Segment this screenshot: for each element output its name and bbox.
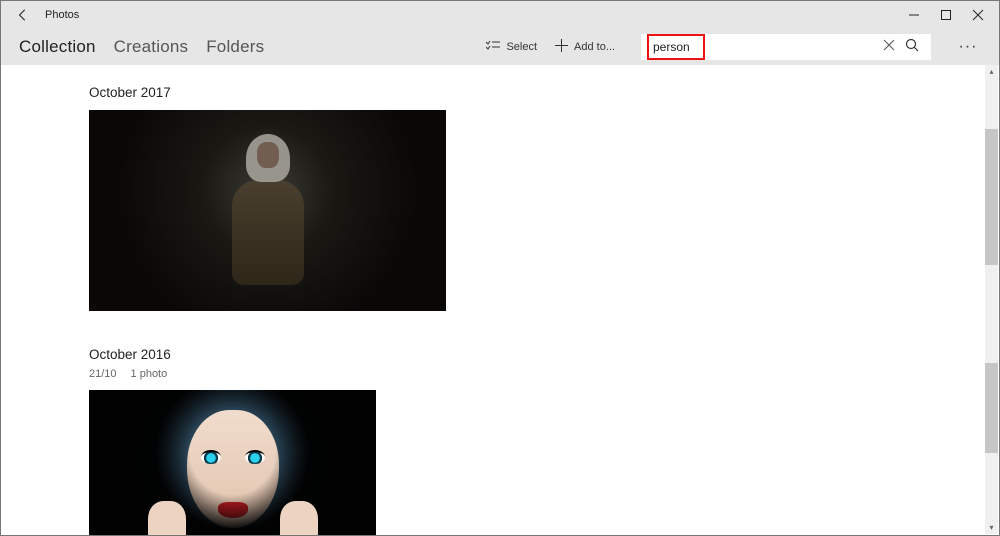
scrollbar-thumb[interactable]	[985, 363, 998, 453]
scrollbar-thumb[interactable]	[985, 129, 998, 265]
maximize-button[interactable]	[939, 8, 953, 22]
close-button[interactable]	[971, 8, 985, 22]
select-button[interactable]: Select	[486, 40, 537, 55]
scroll-down-arrow[interactable]: ▾	[985, 521, 998, 534]
select-icon	[486, 40, 500, 55]
tab-folders[interactable]: Folders	[206, 37, 264, 57]
clear-search-button[interactable]	[883, 38, 895, 56]
scrollbar-track[interactable]: ▴ ▾	[985, 65, 998, 534]
minimize-button[interactable]	[907, 8, 921, 22]
tab-creations[interactable]: Creations	[114, 37, 189, 57]
select-label: Select	[506, 41, 537, 53]
tab-collection[interactable]: Collection	[19, 37, 96, 57]
section-date: 21/10	[89, 368, 117, 380]
back-button[interactable]	[13, 5, 33, 25]
photo-thumbnail[interactable]	[89, 390, 376, 535]
photo-thumbnail[interactable]	[89, 110, 446, 311]
app-title: Photos	[45, 9, 79, 21]
search-field-area[interactable]	[705, 34, 877, 60]
scroll-up-arrow[interactable]: ▴	[985, 65, 998, 78]
section-heading: October 2017	[89, 85, 911, 100]
add-to-label: Add to...	[574, 41, 615, 53]
more-options-button[interactable]: ···	[955, 38, 981, 56]
search-icon[interactable]	[905, 38, 919, 57]
section-photo-count: 1 photo	[131, 368, 168, 380]
section-heading: October 2016	[89, 347, 911, 362]
plus-icon	[555, 39, 568, 55]
search-input[interactable]	[653, 40, 699, 54]
add-to-button[interactable]: Add to...	[555, 39, 615, 55]
